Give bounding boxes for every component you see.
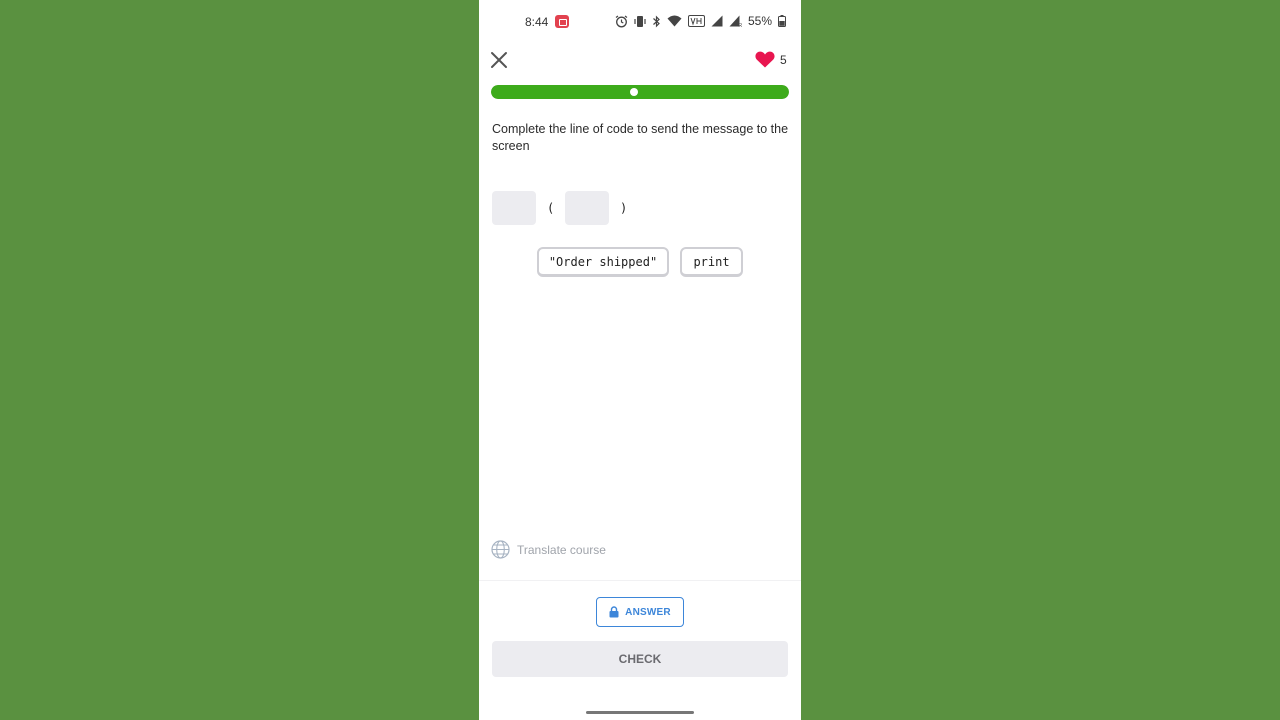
answer-slot-2[interactable] bbox=[565, 191, 609, 225]
hearts-counter: 5 bbox=[755, 51, 787, 68]
signal-icon bbox=[711, 15, 723, 27]
alarm-icon bbox=[615, 15, 628, 27]
signal-roaming-icon: R bbox=[729, 15, 742, 27]
status-icons: R 55% bbox=[615, 13, 787, 29]
translate-course-link[interactable]: Translate course bbox=[491, 540, 606, 559]
svg-text:R: R bbox=[739, 23, 743, 27]
hearts-count: 5 bbox=[780, 52, 787, 67]
open-paren: ( bbox=[547, 201, 555, 215]
translate-course-label: Translate course bbox=[517, 542, 606, 557]
app-screen: 8:44 R 55% 5 Complete the line of code t… bbox=[479, 0, 801, 720]
progress-marker bbox=[630, 88, 638, 96]
status-time: 8:44 bbox=[525, 15, 549, 29]
home-indicator[interactable] bbox=[586, 711, 694, 714]
heart-icon bbox=[755, 51, 775, 68]
vibrate-icon bbox=[634, 15, 646, 27]
lock-icon bbox=[609, 606, 619, 618]
volte-icon bbox=[688, 15, 705, 27]
close-button[interactable] bbox=[489, 50, 509, 70]
battery-percent: 55% bbox=[748, 14, 773, 28]
bluetooth-icon bbox=[653, 15, 660, 27]
answer-button[interactable]: ANSWER bbox=[596, 597, 684, 627]
wifi-icon bbox=[667, 15, 682, 27]
close-paren: ) bbox=[620, 201, 628, 215]
answer-slot-1[interactable] bbox=[492, 191, 536, 225]
close-icon bbox=[491, 52, 507, 68]
progress-fill bbox=[491, 85, 789, 99]
battery-icon bbox=[778, 15, 787, 27]
check-button[interactable]: CHECK bbox=[492, 641, 788, 677]
token-print[interactable]: print bbox=[680, 247, 743, 277]
exercise-prompt: Complete the line of code to send the me… bbox=[492, 122, 789, 153]
footer-divider bbox=[479, 580, 801, 581]
lesson-progress-bar bbox=[491, 85, 789, 99]
token-order-shipped[interactable]: "Order shipped" bbox=[537, 247, 669, 277]
screen-record-icon bbox=[555, 15, 569, 28]
globe-icon bbox=[491, 540, 510, 559]
answer-button-label: ANSWER bbox=[625, 606, 671, 618]
status-bar: 8:44 R 55% bbox=[479, 0, 801, 44]
